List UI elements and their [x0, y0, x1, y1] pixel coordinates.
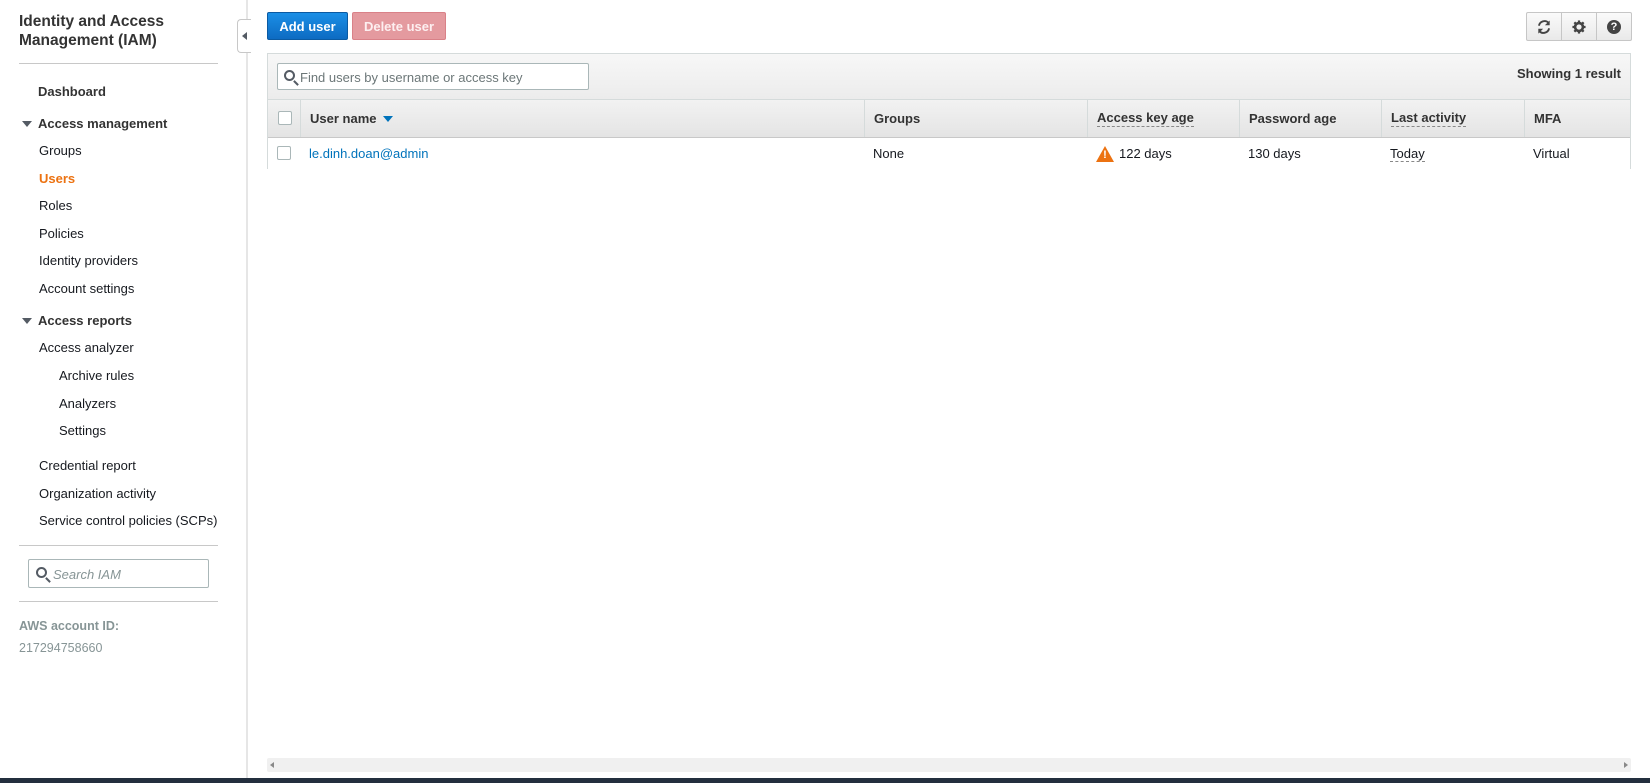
sidebar-item-roles[interactable]: Roles [39, 198, 72, 213]
warning-icon: ! [1096, 145, 1114, 162]
sidebar-item-access-analyzer[interactable]: Access analyzer [39, 340, 134, 355]
column-header-password-age[interactable]: Password age [1239, 100, 1381, 137]
delete-user-button[interactable]: Delete user [352, 12, 446, 40]
sidebar-item-scps[interactable]: Service control policies (SCPs) [39, 513, 217, 528]
filter-field [277, 63, 589, 90]
sidebar-item-organization-activity[interactable]: Organization activity [39, 486, 156, 501]
refresh-button[interactable] [1527, 13, 1562, 40]
sidebar-item-policies[interactable]: Policies [39, 226, 84, 241]
password-age-cell: 130 days [1248, 146, 1301, 161]
groups-cell: None [873, 146, 905, 161]
user-name-cell: le.dinh.doan@admin [300, 138, 864, 169]
horizontal-scrollbar[interactable] [267, 758, 1631, 772]
user-name-link[interactable]: le.dinh.doan@admin [309, 146, 428, 161]
divider [19, 545, 218, 546]
select-all-cell [268, 100, 300, 137]
sidebar-section-access-reports[interactable]: Access reports [38, 313, 132, 328]
user-filter-input[interactable] [300, 68, 580, 86]
settings-button[interactable] [1562, 13, 1597, 40]
column-label: Last activity [1391, 110, 1467, 127]
filter-bar: Showing 1 result [268, 54, 1630, 100]
column-label: User name [310, 111, 377, 126]
users-table: Showing 1 result User name Groups Access… [267, 53, 1631, 169]
add-user-button[interactable]: Add user [267, 12, 348, 40]
sidebar-item-dashboard[interactable]: Dashboard [38, 84, 106, 99]
sidebar-item-identity-providers[interactable]: Identity providers [39, 253, 138, 268]
sidebar-item-analyzers[interactable]: Analyzers [59, 396, 116, 411]
column-label: Access key age [1097, 110, 1194, 127]
gear-icon [1572, 19, 1586, 34]
column-header-groups[interactable]: Groups [864, 100, 1087, 137]
last-activity-value[interactable]: Today [1390, 146, 1425, 162]
table-header: User name Groups Access key age Password… [268, 100, 1630, 138]
account-id-value: 217294758660 [19, 641, 103, 655]
help-icon: ? [1607, 19, 1621, 34]
sidebar-item-analyzer-settings[interactable]: Settings [59, 423, 106, 438]
sidebar-item-users[interactable]: Users [39, 171, 75, 186]
sidebar-search-input[interactable] [53, 565, 203, 583]
search-icon [36, 567, 47, 578]
column-label: MFA [1534, 111, 1562, 126]
column-label: Password age [1249, 111, 1337, 126]
bottom-bar [0, 778, 1650, 783]
access-key-age-cell: ! 122 days [1087, 138, 1239, 169]
refresh-icon [1537, 19, 1551, 34]
table-row[interactable]: le.dinh.doan@admin None ! 122 days 130 d… [268, 138, 1630, 169]
scroll-right-icon[interactable] [1624, 762, 1628, 768]
column-header-mfa[interactable]: MFA [1524, 100, 1630, 137]
caret-down-icon[interactable] [22, 121, 32, 127]
row-checkbox[interactable] [277, 146, 291, 160]
divider [19, 601, 218, 602]
toolbar-icon-group: ? [1526, 12, 1632, 41]
mfa-cell: Virtual [1533, 146, 1570, 161]
sidebar-item-account-settings[interactable]: Account settings [39, 281, 134, 296]
sidebar-item-archive-rules[interactable]: Archive rules [59, 368, 134, 383]
column-header-last-activity[interactable]: Last activity [1381, 100, 1524, 137]
select-all-checkbox[interactable] [278, 111, 292, 125]
column-header-access-key-age[interactable]: Access key age [1087, 100, 1239, 137]
result-count: Showing 1 result [1516, 66, 1621, 81]
sidebar-search [28, 559, 209, 588]
collapse-sidebar-button[interactable] [237, 19, 251, 53]
column-header-user-name[interactable]: User name [300, 100, 864, 137]
column-label: Groups [874, 111, 921, 126]
sidebar-title: Identity and Access Management (IAM) [19, 13, 165, 49]
divider [19, 63, 218, 64]
sidebar-item-groups[interactable]: Groups [39, 143, 82, 158]
sidebar-section-access-management[interactable]: Access management [38, 116, 167, 131]
sort-descending-icon[interactable] [383, 115, 394, 122]
last-activity-cell: Today [1381, 138, 1524, 169]
account-id-label: AWS account ID: [19, 619, 120, 633]
access-key-age-value: 122 days [1119, 146, 1172, 161]
help-button[interactable]: ? [1597, 13, 1631, 40]
search-icon [284, 70, 295, 81]
sidebar: Identity and Access Management (IAM) Das… [0, 0, 248, 778]
caret-down-icon[interactable] [22, 318, 32, 324]
row-select-cell [268, 138, 300, 169]
scroll-left-icon[interactable] [270, 762, 274, 768]
sidebar-item-credential-report[interactable]: Credential report [39, 458, 136, 473]
